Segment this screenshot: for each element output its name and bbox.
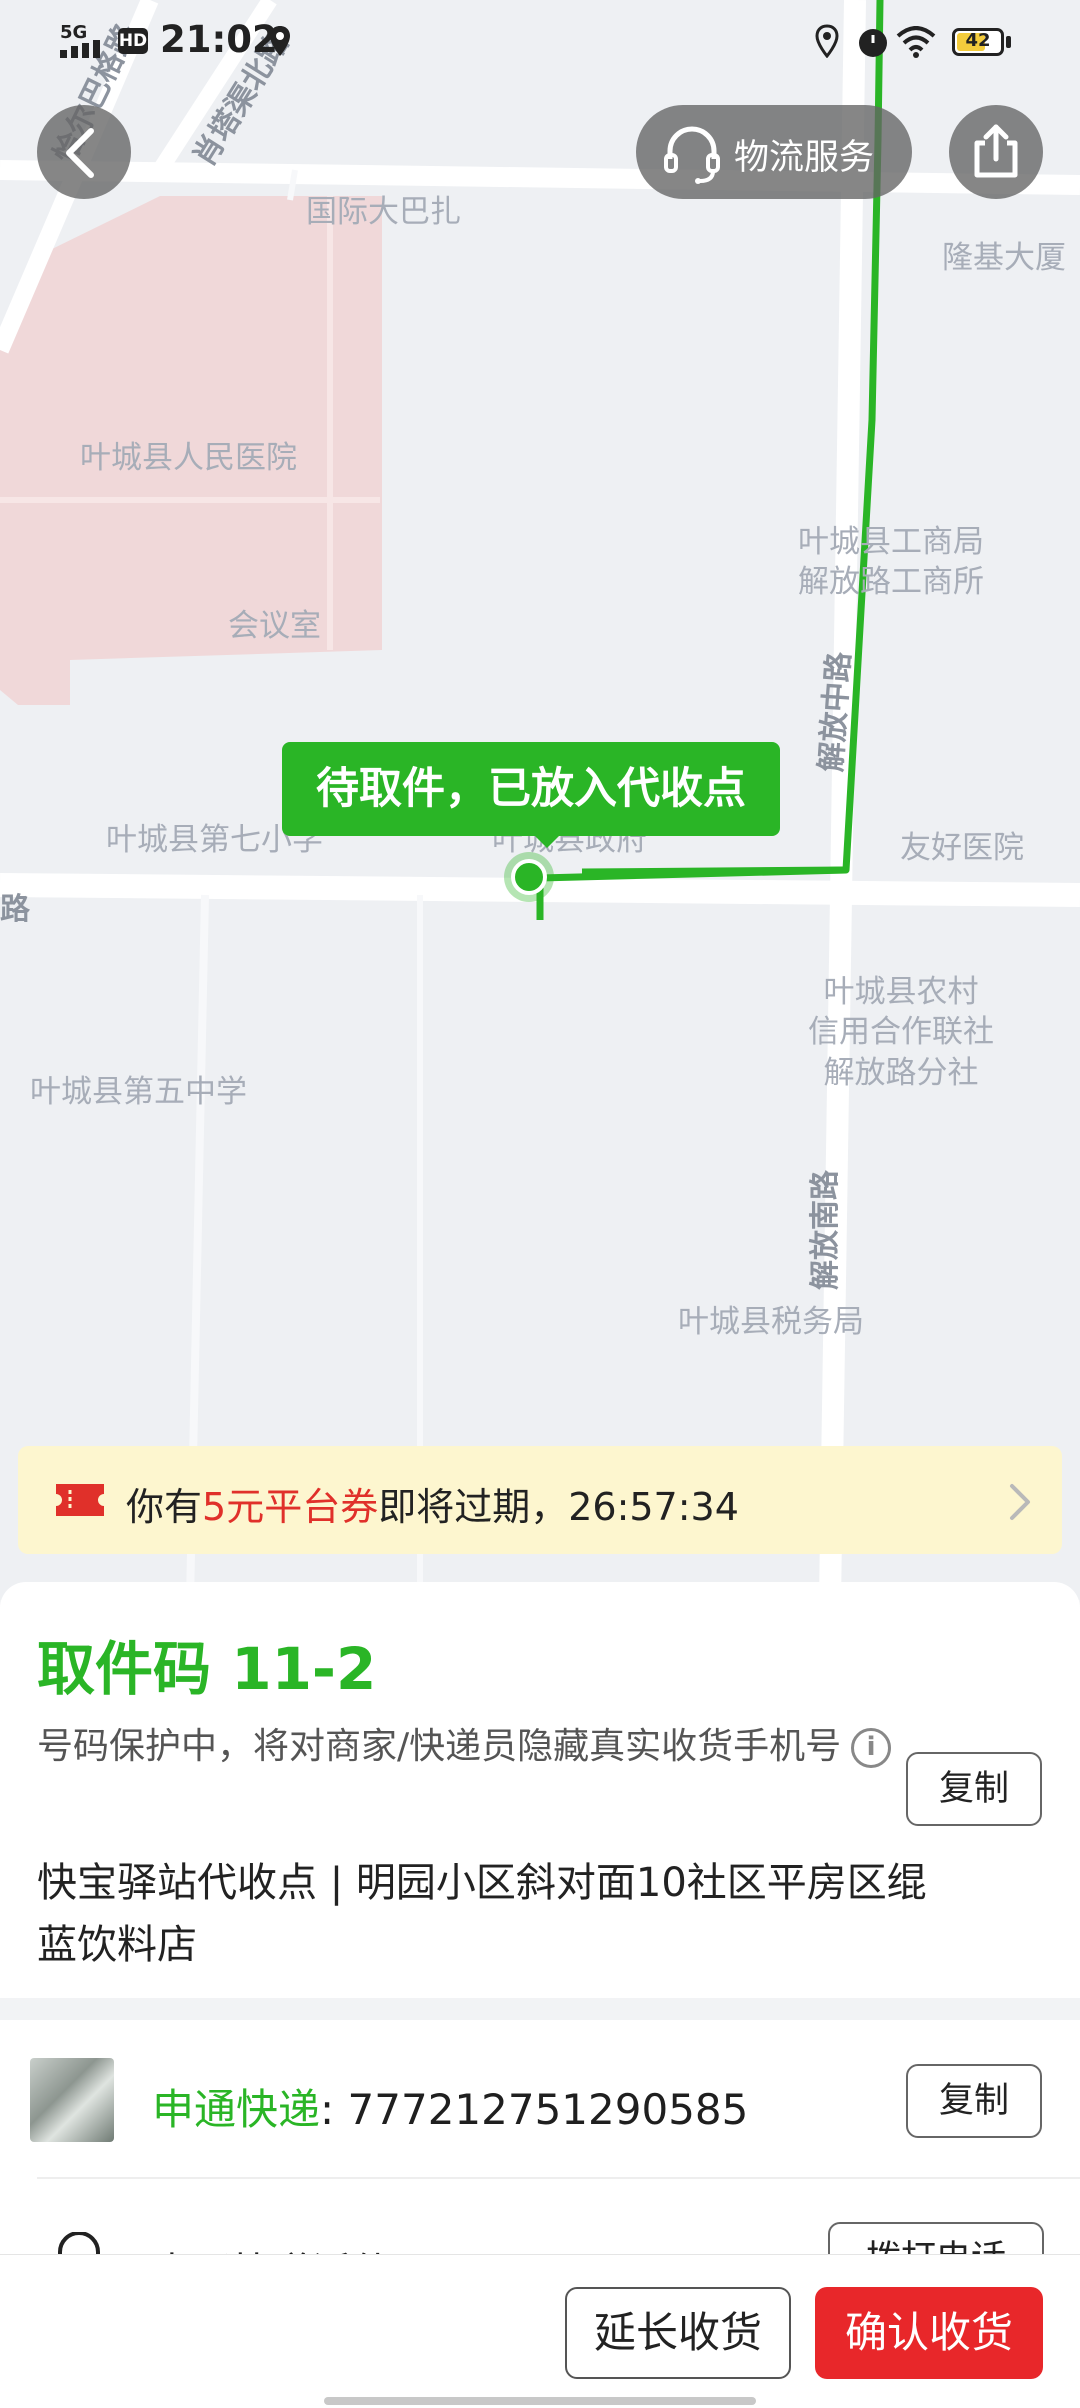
pickup-card: 取件码 11-2 号码保护中，将对商家/快递员隐藏真实收货手机号 i 复制 快宝驿… bbox=[0, 1582, 1080, 1998]
poi-credit-union: 叶城县农村 信用合作联社 解放路分社 bbox=[808, 972, 994, 1093]
poi-longji: 隆基大厦 bbox=[942, 240, 1066, 276]
extend-receipt-button[interactable]: 延长收货 bbox=[565, 2287, 791, 2379]
tracking-section: 申通快递: 777212751290585 复制 申通快递派件员 拨打电话 bbox=[0, 2020, 1080, 2296]
wifi-icon bbox=[896, 26, 936, 58]
poi-credit-line1: 叶城县农村 bbox=[823, 974, 979, 1010]
share-button[interactable] bbox=[949, 105, 1043, 199]
ticket-icon bbox=[56, 1484, 104, 1516]
poi-tax: 叶城县税务局 bbox=[678, 1304, 864, 1340]
poi-bureau: 叶城县工商局 解放路工商所 bbox=[798, 522, 984, 603]
clock: 21:02 bbox=[160, 18, 278, 61]
signal-icon bbox=[60, 40, 100, 58]
status-bar: 5G HD 21:02 42 bbox=[0, 0, 1080, 80]
road-label-jiefang-middle: 解放中路 bbox=[813, 650, 858, 773]
pickup-code: 取件码 11-2 bbox=[37, 1622, 376, 1706]
coupon-suffix: 即将过期， bbox=[378, 1485, 569, 1529]
divider bbox=[37, 2177, 1080, 2179]
tracking-number-row: 申通快递: 777212751290585 bbox=[152, 2076, 748, 2137]
station-name: 快宝驿站代收点 bbox=[37, 1860, 317, 1906]
coupon-prefix: 你有 bbox=[126, 1485, 203, 1529]
confirm-receipt-button[interactable]: 确认收货 bbox=[815, 2287, 1043, 2379]
location-pin-icon bbox=[270, 26, 290, 56]
status-bubble-tip bbox=[533, 834, 561, 848]
alarm-icon bbox=[859, 29, 887, 57]
road-label-c: 路 bbox=[0, 892, 30, 927]
pickup-address: 快宝驿站代收点 | 明园小区斜对面10社区平房区绲蓝饮料店 bbox=[37, 1852, 937, 1976]
status-bubble: 待取件，已放入代收点 bbox=[282, 742, 780, 836]
share-icon bbox=[974, 124, 1018, 178]
gps-icon bbox=[815, 24, 839, 58]
chevron-right-icon bbox=[1010, 1484, 1030, 1520]
back-button[interactable] bbox=[37, 105, 131, 199]
home-indicator[interactable] bbox=[324, 2397, 756, 2405]
carrier-name: 申通快递 bbox=[152, 2085, 321, 2134]
headset-icon bbox=[664, 126, 720, 184]
product-thumbnail[interactable] bbox=[30, 2058, 114, 2142]
copy-tracking-button[interactable]: 复制 bbox=[906, 2064, 1042, 2138]
battery-level: 42 bbox=[965, 30, 991, 51]
road-top bbox=[0, 160, 1080, 195]
privacy-notice: 号码保护中，将对商家/快递员隐藏真实收货手机号 i bbox=[37, 1720, 897, 1774]
poi-credit-line3: 解放路分社 bbox=[823, 1054, 979, 1091]
battery-tip bbox=[1006, 36, 1011, 48]
poi-school-5: 叶城县第五中学 bbox=[30, 1074, 247, 1110]
chevron-left-icon bbox=[66, 128, 94, 178]
poi-intl-bazaar: 国际大巴扎 bbox=[306, 194, 461, 230]
map-view[interactable]: 国际大巴扎 隆基大厦 叶城县人民医院 会议室 叶城县工商局 解放路工商所 叶城县… bbox=[0, 0, 1080, 1600]
logistics-service-label: 物流服务 bbox=[734, 138, 875, 178]
pickup-code-value: 11-2 bbox=[231, 1635, 377, 1703]
poi-bureau-line2: 解放路工商所 bbox=[798, 564, 984, 601]
copy-pickup-button[interactable]: 复制 bbox=[906, 1752, 1042, 1826]
bottom-action-bar: 延长收货 确认收货 bbox=[0, 2254, 1080, 2408]
carrier-colon: : bbox=[320, 2085, 348, 2134]
road-label-jiefang-south: 解放南路 bbox=[808, 1170, 843, 1290]
poi-meeting-room: 会议室 bbox=[228, 608, 321, 644]
location-marker[interactable] bbox=[511, 859, 547, 895]
poi-bureau-line1: 叶城县工商局 bbox=[798, 524, 984, 560]
coupon-text: 你有5元平台券即将过期，26:57:34 bbox=[126, 1476, 739, 1531]
coupon-highlight: 5元平台券 bbox=[202, 1485, 379, 1529]
tracking-number: 777212751290585 bbox=[347, 2085, 749, 2134]
battery-icon: 42 bbox=[952, 28, 1004, 56]
coupon-banner[interactable]: 你有5元平台券即将过期，26:57:34 bbox=[18, 1446, 1062, 1554]
hd-badge: HD bbox=[118, 28, 148, 54]
address-separator: | bbox=[317, 1860, 356, 1906]
poi-friendship-hospital: 友好医院 bbox=[900, 830, 1024, 866]
poi-credit-line2: 信用合作联社 bbox=[808, 1014, 994, 1051]
logistics-service-button[interactable]: 物流服务 bbox=[636, 105, 912, 199]
coupon-countdown: 26:57:34 bbox=[568, 1485, 739, 1529]
info-icon[interactable]: i bbox=[851, 1728, 892, 1768]
poi-hospital: 叶城县人民医院 bbox=[80, 440, 297, 476]
pickup-code-label: 取件码 bbox=[37, 1635, 212, 1703]
privacy-text: 号码保护中，将对商家/快递员隐藏真实收货手机号 bbox=[37, 1726, 842, 1767]
